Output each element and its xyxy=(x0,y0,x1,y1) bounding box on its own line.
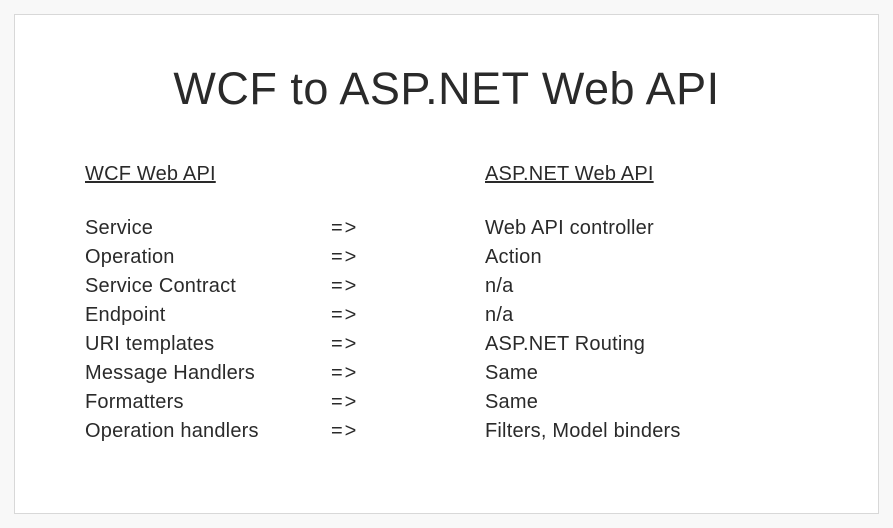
table-row: Web API controller xyxy=(485,214,808,243)
table-row: ASP.NET Routing xyxy=(485,330,808,359)
table-row: Operation xyxy=(85,243,331,272)
mapping-columns: WCF Web API Service Operation Service Co… xyxy=(85,163,808,446)
table-row: Action xyxy=(485,243,808,272)
table-row: Same xyxy=(485,388,808,417)
column-arrow: . => => => => => => => => xyxy=(331,163,485,446)
table-row: Service Contract xyxy=(85,272,331,301)
table-row: Endpoint xyxy=(85,301,331,330)
arrow-icon: => xyxy=(331,417,485,446)
arrow-icon: => xyxy=(331,388,485,417)
arrow-icon: => xyxy=(331,330,485,359)
arrow-icon: => xyxy=(331,272,485,301)
table-row: Filters, Model binders xyxy=(485,417,808,446)
table-row: Same xyxy=(485,359,808,388)
slide-title: WCF to ASP.NET Web API xyxy=(85,63,808,115)
arrow-icon: => xyxy=(331,243,485,272)
table-row: Operation handlers xyxy=(85,417,331,446)
table-row: URI templates xyxy=(85,330,331,359)
column-aspnet: ASP.NET Web API Web API controller Actio… xyxy=(485,163,808,446)
column-header-wcf: WCF Web API xyxy=(85,163,331,186)
table-row: Formatters xyxy=(85,388,331,417)
arrow-icon: => xyxy=(331,214,485,243)
table-row: Service xyxy=(85,214,331,243)
table-row: n/a xyxy=(485,272,808,301)
slide: WCF to ASP.NET Web API WCF Web API Servi… xyxy=(14,14,879,514)
table-row: Message Handlers xyxy=(85,359,331,388)
column-header-aspnet: ASP.NET Web API xyxy=(485,163,808,186)
table-row: n/a xyxy=(485,301,808,330)
arrow-icon: => xyxy=(331,301,485,330)
arrow-icon: => xyxy=(331,359,485,388)
column-wcf: WCF Web API Service Operation Service Co… xyxy=(85,163,331,446)
